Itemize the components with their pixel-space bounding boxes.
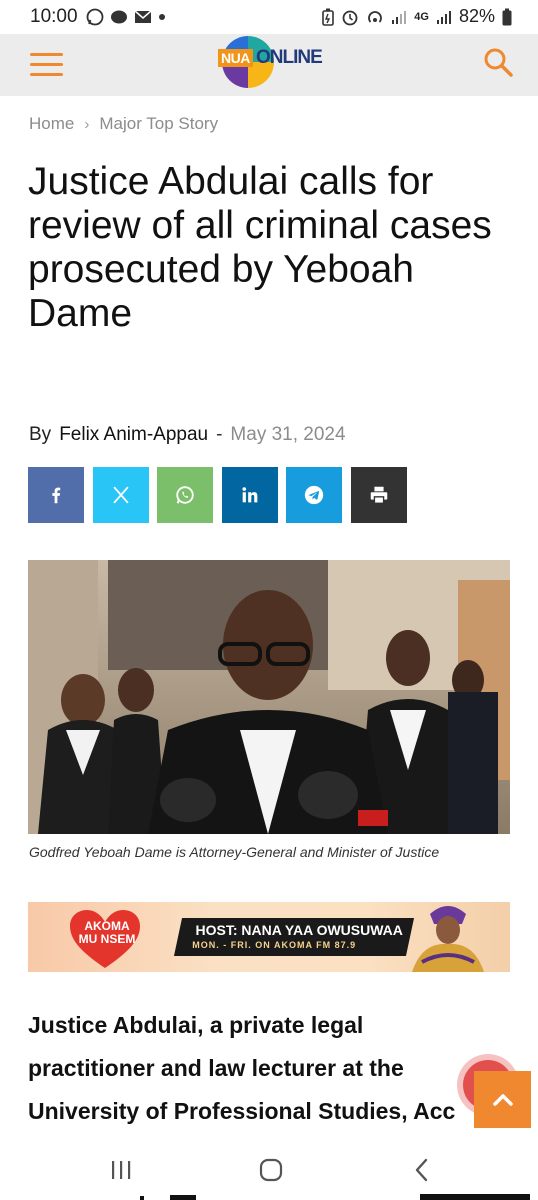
x-icon bbox=[113, 486, 128, 504]
network-type: 4G bbox=[414, 10, 429, 23]
x-share-button[interactable] bbox=[92, 467, 149, 523]
chat-notification-icon bbox=[111, 10, 127, 24]
byline-by: By bbox=[29, 424, 52, 445]
ad-host-name: HOST: NANA YAA OWUSUWAA bbox=[195, 922, 403, 938]
facebook-share-button[interactable] bbox=[28, 467, 84, 523]
ad-host-photo bbox=[412, 906, 484, 972]
ad-schedule: MON. - FRI. ON AKOMA FM 87.9 bbox=[192, 940, 357, 950]
ad-brand-line-2: MU NSEM bbox=[78, 932, 136, 946]
mail-notification-icon bbox=[134, 10, 152, 23]
next-content-peek bbox=[140, 1194, 530, 1200]
menu-bar bbox=[30, 62, 63, 66]
telegram-share-button[interactable] bbox=[286, 467, 342, 523]
notification-icons bbox=[86, 8, 166, 26]
ad-host-box: HOST: NANA YAA OWUSUWAA MON. - FRI. ON A… bbox=[173, 918, 415, 956]
facebook-icon bbox=[52, 487, 61, 504]
back-button-icon[interactable] bbox=[402, 1154, 442, 1186]
publish-date: May 31, 2024 bbox=[230, 424, 346, 445]
status-time: 10:00 bbox=[30, 6, 78, 27]
search-icon[interactable] bbox=[482, 46, 514, 78]
status-bar: 10:00 4G 82% bbox=[0, 0, 538, 34]
print-button[interactable] bbox=[350, 467, 407, 523]
whatsapp-share-button[interactable] bbox=[157, 467, 213, 523]
article-photo bbox=[28, 560, 510, 834]
android-navigation-bar bbox=[0, 1140, 538, 1200]
menu-bar bbox=[30, 72, 63, 76]
print-icon bbox=[370, 486, 387, 504]
logo-nua-text: NUA bbox=[218, 49, 253, 67]
recent-apps-glyph bbox=[112, 1161, 131, 1179]
logo-online-text: ONLINE bbox=[256, 47, 323, 68]
home-glyph bbox=[259, 1158, 283, 1182]
alarm-icon bbox=[342, 10, 358, 25]
back-glyph bbox=[415, 1158, 428, 1182]
article-title: Justice Abdulai calls for review of all … bbox=[28, 160, 492, 335]
linkedin-share-button[interactable] bbox=[221, 467, 278, 523]
breadcrumb-home-link[interactable]: Home bbox=[29, 114, 74, 134]
advertisement-banner[interactable]: AKOMA MU NSEM HOST: NANA YAA OWUSUWAA MO… bbox=[28, 902, 510, 972]
byline: By Felix Anim-Appau - May 31, 2024 bbox=[29, 424, 346, 446]
author-link[interactable]: Felix Anim-Appau bbox=[59, 424, 208, 446]
telegram-icon bbox=[304, 485, 324, 505]
menu-bar bbox=[30, 52, 63, 56]
signal-icon bbox=[392, 10, 407, 24]
back-to-top-button[interactable] bbox=[474, 1071, 531, 1128]
share-buttons bbox=[28, 467, 407, 523]
breadcrumb: Home › Major Top Story bbox=[29, 114, 218, 134]
battery-saver-icon bbox=[322, 8, 335, 26]
hamburger-menu-icon[interactable] bbox=[30, 46, 66, 82]
article-image bbox=[28, 560, 510, 834]
ad-brand: AKOMA MU NSEM bbox=[72, 920, 142, 946]
image-caption: Godfred Yeboah Dame is Attorney-General … bbox=[29, 844, 440, 860]
site-header: NUA ONLINE bbox=[0, 34, 538, 96]
system-status-icons: 4G 82% bbox=[322, 6, 512, 27]
breadcrumb-separator: › bbox=[84, 115, 90, 133]
whatsapp-notification-icon bbox=[86, 8, 104, 26]
battery-percent: 82% bbox=[458, 6, 495, 26]
recent-apps-icon[interactable] bbox=[101, 1154, 141, 1186]
more-notifications-icon bbox=[159, 14, 165, 20]
byline-dash: - bbox=[216, 424, 223, 445]
home-button-icon[interactable] bbox=[251, 1154, 291, 1186]
breadcrumb-section-link[interactable]: Major Top Story bbox=[99, 114, 218, 134]
site-logo[interactable]: NUA ONLINE bbox=[214, 34, 324, 92]
linkedin-icon bbox=[241, 487, 257, 503]
arrow-up-icon bbox=[492, 1093, 513, 1106]
battery-icon bbox=[502, 8, 512, 25]
article-lead-paragraph: Justice Abdulai, a private legal practit… bbox=[28, 1012, 456, 1124]
hotspot-icon bbox=[368, 10, 383, 23]
signal-strength-icon bbox=[436, 10, 451, 24]
whatsapp-icon bbox=[176, 486, 194, 504]
